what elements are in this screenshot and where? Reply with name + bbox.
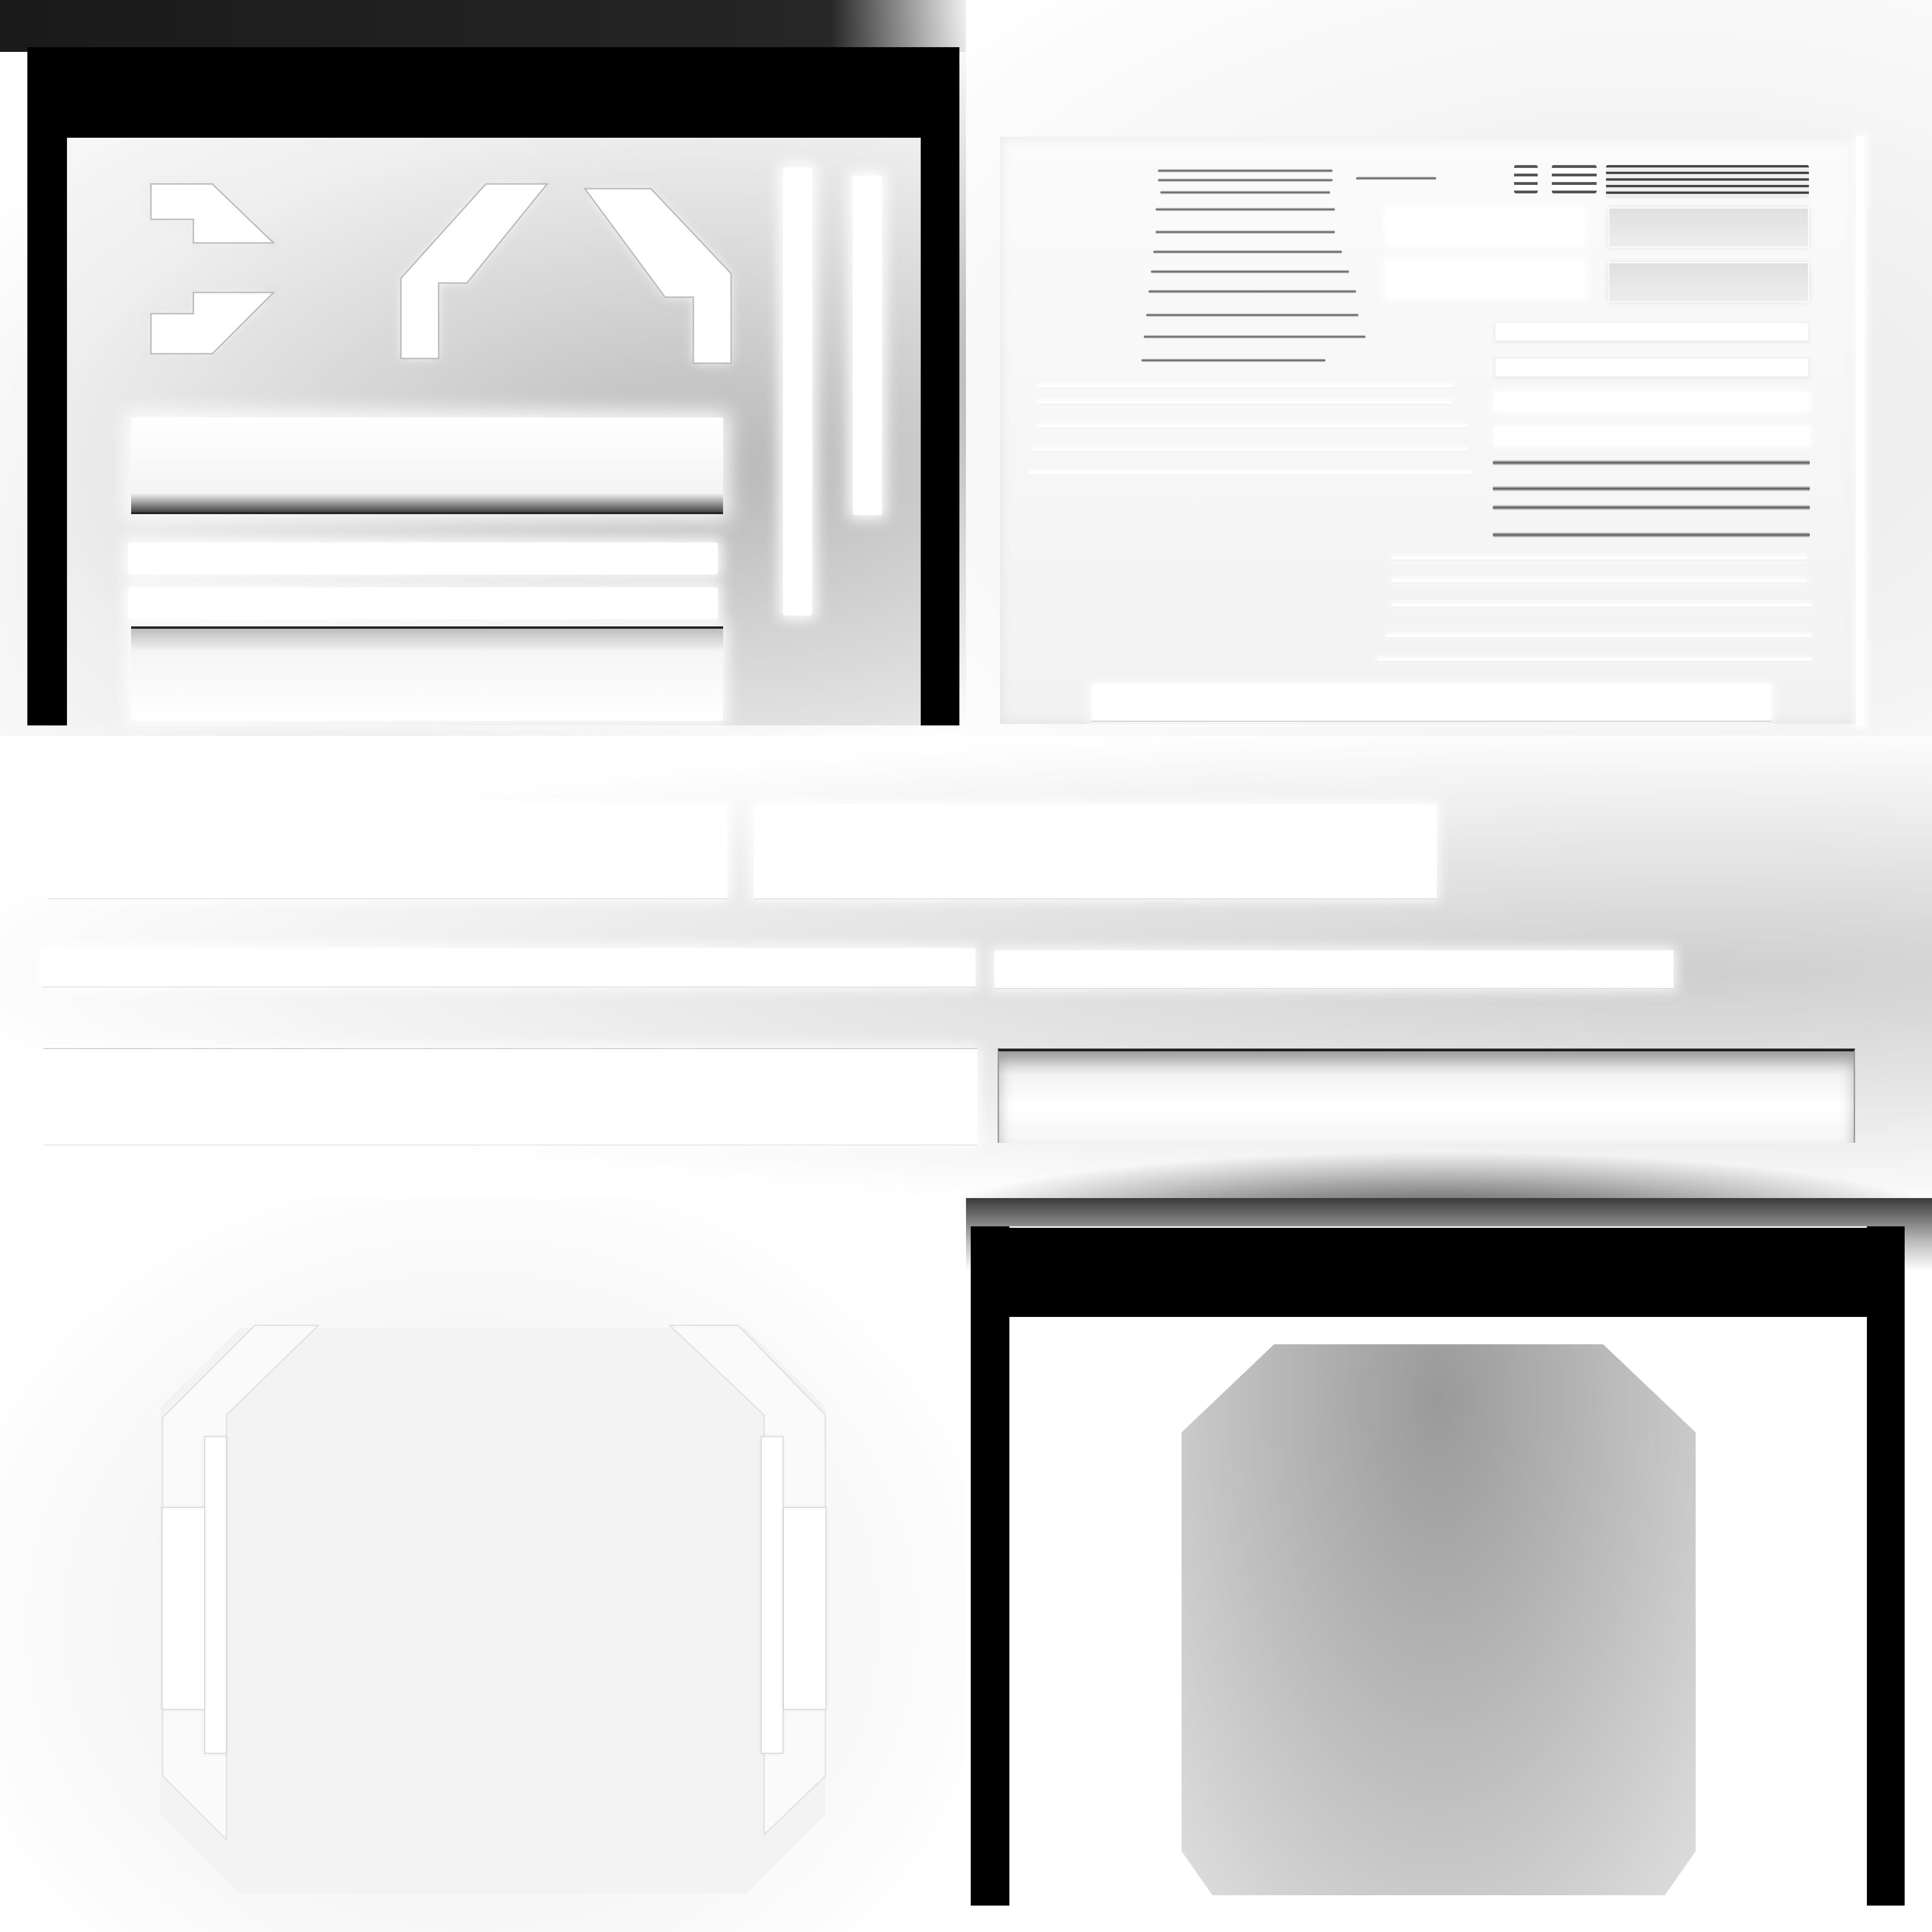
grey-block (1608, 208, 1809, 248)
bar-field (1494, 322, 1809, 341)
detail-line (1153, 250, 1342, 254)
detail-line (1144, 335, 1366, 339)
bracket-left-shape (400, 183, 549, 359)
detail-line (1156, 230, 1335, 234)
highlight-line (1377, 658, 1811, 661)
vent-grille-small (1514, 165, 1538, 193)
horizontal-panel-lower (131, 626, 723, 721)
detail-line (1158, 169, 1332, 173)
detail-line-long (1493, 460, 1810, 466)
detail-line-long (1493, 532, 1810, 538)
frame-left-post (27, 47, 67, 725)
detail-line (1158, 178, 1332, 182)
light-bar (1494, 427, 1809, 446)
highlight-line (1033, 448, 1467, 451)
bottom-light-panel (1092, 684, 1771, 722)
detail-line (1160, 191, 1330, 194)
mid-panel-1 (48, 804, 727, 899)
mid-strip-1 (42, 948, 975, 987)
bar-field (1494, 358, 1809, 377)
corner-brackets (400, 183, 732, 364)
detail-line (1146, 313, 1358, 317)
vertical-light-strip-right (853, 175, 882, 515)
mid-panel-wide (43, 1048, 977, 1145)
horizontal-light-bar-2 (128, 587, 718, 619)
vent-grille-large (1606, 165, 1809, 198)
vertical-light-strip-left (783, 167, 812, 616)
rail-left-inner (204, 1436, 227, 1754)
highlight-line (1038, 425, 1467, 427)
texture-atlas (0, 0, 1932, 1932)
detail-line-short (1356, 176, 1436, 180)
highlight-line (1028, 472, 1472, 475)
mid-panel-2 (754, 804, 1437, 899)
detail-line (1149, 290, 1356, 293)
mid-strip-2 (994, 950, 1674, 988)
rail-left-outer (162, 1507, 205, 1710)
detail-line (1156, 208, 1335, 211)
side-wings (162, 1324, 826, 1841)
detail-line (1141, 358, 1325, 362)
horizontal-panel-upper (131, 417, 723, 514)
light-bar (1494, 392, 1809, 411)
rail-right-inner (761, 1436, 783, 1754)
vent-grille-small (1552, 165, 1597, 193)
highlight-line (1387, 634, 1811, 637)
highlight-line (1038, 401, 1453, 404)
detail-line-long (1493, 505, 1810, 510)
grey-octagon-panel (1182, 1344, 1696, 1895)
light-block (1386, 208, 1585, 245)
highlight-line (1391, 579, 1807, 582)
highlight-line (1038, 384, 1453, 387)
frame-top-beam (27, 47, 959, 138)
highlight-line (1391, 557, 1807, 559)
frame-left-post-bottom (971, 1226, 1009, 1906)
top-shadow (0, 0, 976, 52)
rail-right-outer (783, 1507, 826, 1710)
recessed-slot (998, 1049, 1855, 1143)
frame-right-post (921, 47, 959, 725)
arrow-upper-shape (150, 183, 275, 244)
frame-top-beam-bottom (971, 1226, 1905, 1318)
detail-line-long (1493, 486, 1810, 491)
panel-right-edge (1856, 137, 1865, 726)
detail-line (1151, 270, 1349, 274)
frame-right-post-bottom (1867, 1226, 1905, 1906)
arrow-lower-shape (150, 291, 275, 355)
highlight-line (1391, 604, 1811, 607)
arrow-shapes (150, 183, 275, 355)
light-block (1386, 260, 1585, 298)
grey-block (1608, 262, 1809, 302)
bracket-right-shape (583, 188, 732, 364)
horizontal-light-bar-1 (128, 542, 718, 575)
